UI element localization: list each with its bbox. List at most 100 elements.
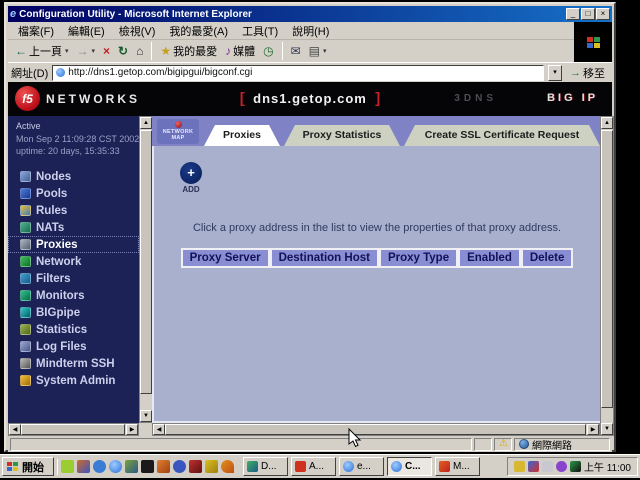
quicklaunch-icon[interactable] <box>189 460 202 473</box>
forward-dropdown-icon[interactable]: ▾ <box>92 47 96 55</box>
sidebar-item-bigpipe[interactable]: BIGpipe <box>8 304 139 321</box>
tray-icon[interactable] <box>556 461 567 472</box>
column-proxy-type[interactable]: Proxy Type <box>379 248 458 268</box>
sidebar-item-system-admin[interactable]: System Admin <box>8 372 139 389</box>
go-button[interactable]: → 移至 <box>566 64 609 82</box>
tray-icon[interactable] <box>570 461 581 472</box>
quicklaunch-icon[interactable] <box>141 460 154 473</box>
network-map-button[interactable]: NETWORK MAP <box>157 119 199 144</box>
start-button[interactable]: 開始 <box>2 457 54 476</box>
status-bar: ⚠ 網際網路 <box>8 436 612 452</box>
history-button[interactable]: ◷ <box>259 44 277 58</box>
scroll-left-icon[interactable]: ◀ <box>153 424 165 435</box>
tray-icon[interactable] <box>528 461 539 472</box>
sidebar-item-pools[interactable]: Pools <box>8 185 139 202</box>
quicklaunch-icon[interactable] <box>77 460 90 473</box>
tab-proxy-statistics[interactable]: Proxy Statistics <box>284 125 400 146</box>
scroll-up-icon[interactable]: ▲ <box>140 117 152 129</box>
taskbar-window-button-active[interactable]: C... <box>387 457 432 476</box>
stop-button[interactable]: × <box>99 44 114 58</box>
menu-edit[interactable]: 編輯(E) <box>62 22 111 40</box>
sidebar-item-filters[interactable]: Filters <box>8 270 139 287</box>
scroll-up-icon[interactable]: ▲ <box>601 117 613 129</box>
scrollbar-thumb[interactable] <box>165 424 586 435</box>
column-delete[interactable]: Delete <box>521 248 574 268</box>
sidebar-item-nodes[interactable]: Nodes <box>8 168 139 185</box>
back-dropdown-icon[interactable]: ▾ <box>65 47 69 55</box>
sidebar-item-proxies[interactable]: Proxies <box>8 236 139 253</box>
address-input[interactable]: http://dns1.getop.com/bigipgui/bigconf.c… <box>52 65 544 81</box>
quicklaunch-icon[interactable] <box>125 460 138 473</box>
quicklaunch-icon[interactable] <box>61 460 74 473</box>
address-dropdown-icon[interactable]: ▾ <box>548 65 562 81</box>
quicklaunch-icon[interactable] <box>157 460 170 473</box>
taskbar-window-button[interactable]: D... <box>243 457 288 476</box>
network-map-label: NETWORK MAP <box>157 129 199 141</box>
scroll-right-icon[interactable]: ▶ <box>587 424 599 435</box>
quicklaunch-icon[interactable] <box>221 460 234 473</box>
taskbar-window-button[interactable]: e... <box>339 457 384 476</box>
menu-file[interactable]: 檔案(F) <box>12 22 60 40</box>
media-button[interactable]: ♪ 媒體 <box>221 42 259 60</box>
title-bar[interactable]: e Configuration Utility - Microsoft Inte… <box>8 6 612 22</box>
menu-view[interactable]: 檢視(V) <box>113 22 162 40</box>
scroll-left-icon[interactable]: ◀ <box>9 424 21 435</box>
column-destination-host[interactable]: Destination Host <box>270 248 379 268</box>
menu-help[interactable]: 說明(H) <box>286 22 335 40</box>
quicklaunch-icon[interactable] <box>109 460 122 473</box>
sidebar-hscrollbar[interactable]: ◀ ▶ <box>8 423 139 436</box>
menu-tools[interactable]: 工具(T) <box>236 22 284 40</box>
close-button[interactable]: × <box>596 8 610 20</box>
rules-icon <box>20 205 31 216</box>
sidebar-item-label: Nodes <box>36 171 71 183</box>
favorites-button[interactable]: ★ 我的最愛 <box>156 42 221 60</box>
scrollbar-thumb[interactable] <box>21 424 125 435</box>
banner-link-3dns[interactable]: 3DNS <box>454 93 497 104</box>
add-proxy-button[interactable]: + ADD <box>176 162 206 194</box>
column-proxy-server[interactable]: Proxy Server <box>181 248 270 268</box>
sidebar-item-nats[interactable]: NATs <box>8 219 139 236</box>
quicklaunch-icon[interactable] <box>173 460 186 473</box>
quicklaunch-icon[interactable] <box>93 460 106 473</box>
system-status: Active Mon Sep 2 11:09:28 CST 2002 uptim… <box>8 116 139 156</box>
f5-banner: f5 NETWORKS [ dns1.getop.com ] 3DNS BIG … <box>8 82 612 116</box>
print-button[interactable]: ▤ ▾ <box>305 44 331 58</box>
minimize-button[interactable]: _ <box>566 8 580 20</box>
tab-proxies[interactable]: Proxies <box>204 125 280 146</box>
task-label: D... <box>261 461 277 472</box>
mail-button[interactable]: ✉ <box>287 44 305 58</box>
sidebar-item-log-files[interactable]: Log Files <box>8 338 139 355</box>
banner-link-bigip[interactable]: BIG IP <box>547 92 598 104</box>
mouse-cursor <box>348 428 362 448</box>
tray-icon[interactable] <box>542 461 553 472</box>
sidebar-scrollbar[interactable]: ▲ ▼ <box>139 116 153 423</box>
desktop: e Configuration Utility - Microsoft Inte… <box>0 0 640 480</box>
back-button[interactable]: ← 上一頁 ▾ <box>11 42 73 60</box>
home-button[interactable]: ⌂ <box>132 44 147 58</box>
sidebar-item-label: Statistics <box>36 324 87 336</box>
taskbar-window-button[interactable]: A... <box>291 457 336 476</box>
sidebar-item-network[interactable]: Network <box>8 253 139 270</box>
scroll-down-icon[interactable]: ▼ <box>601 423 613 435</box>
sidebar-item-mindterm-ssh[interactable]: Mindterm SSH <box>8 355 139 372</box>
quicklaunch-icon[interactable] <box>205 460 218 473</box>
taskbar-window-button[interactable]: M... <box>435 457 480 476</box>
sidebar-item-monitors[interactable]: Monitors <box>8 287 139 304</box>
page-hscrollbar[interactable]: ◀ ▶ <box>152 423 600 436</box>
scroll-right-icon[interactable]: ▶ <box>126 424 138 435</box>
monitors-icon <box>20 290 31 301</box>
scroll-down-icon[interactable]: ▼ <box>140 410 152 422</box>
maximize-button[interactable]: □ <box>581 8 595 20</box>
scrollbar-thumb[interactable] <box>140 130 152 394</box>
menu-favorites[interactable]: 我的最愛(A) <box>163 22 234 40</box>
sidebar-item-rules[interactable]: Rules <box>8 202 139 219</box>
tray-icon[interactable] <box>514 461 525 472</box>
tab-create-ssl-certificate-request[interactable]: Create SSL Certificate Request <box>404 125 600 146</box>
column-enabled[interactable]: Enabled <box>458 248 521 268</box>
forward-button[interactable]: → ▾ <box>73 44 100 58</box>
scrollbar-thumb[interactable] <box>601 130 613 408</box>
page-scrollbar[interactable]: ▲ ▼ <box>600 116 614 436</box>
print-dropdown-icon[interactable]: ▾ <box>323 47 327 55</box>
sidebar-item-statistics[interactable]: Statistics <box>8 321 139 338</box>
refresh-button[interactable]: ↻ <box>114 44 132 58</box>
